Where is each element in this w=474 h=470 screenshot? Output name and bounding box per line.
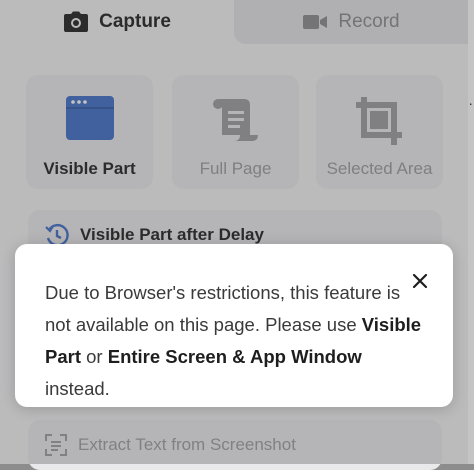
close-button[interactable]	[409, 270, 431, 292]
close-icon	[412, 273, 428, 289]
dialog-message: Due to Browser's restrictions, this feat…	[45, 277, 430, 405]
dialog-entire-screen-text: Entire Screen & App Window	[107, 346, 362, 367]
dialog-text-1: Due to Browser's restrictions, this feat…	[45, 282, 401, 335]
dialog-text-2: or	[81, 346, 108, 367]
dialog-text-3: instead.	[45, 378, 110, 399]
restriction-dialog: Due to Browser's restrictions, this feat…	[15, 244, 453, 407]
